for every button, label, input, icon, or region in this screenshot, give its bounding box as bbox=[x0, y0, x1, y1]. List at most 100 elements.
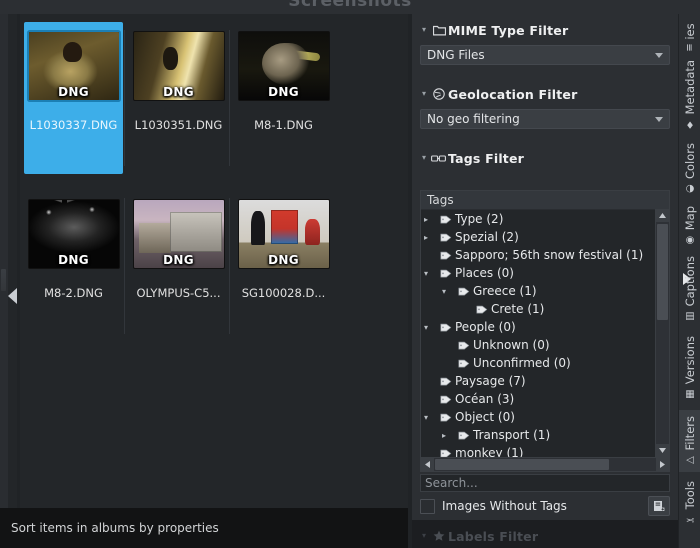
tags-filter-title: Tags Filter bbox=[448, 150, 525, 166]
tags-tree-row[interactable]: ▾ Object (0) bbox=[421, 408, 656, 426]
geolocation-combo-value: No geo filtering bbox=[427, 112, 520, 126]
vertical-tab-colors[interactable]: ◐ Colors bbox=[679, 138, 700, 200]
tags-tree-row[interactable]: ▸ Spezial (2) bbox=[421, 228, 656, 246]
thumbnail-item[interactable]: DNG L1030337.DNG bbox=[24, 22, 125, 174]
left-panel-expand-arrow-icon[interactable] bbox=[8, 288, 17, 304]
mime-type-filter-section: ▾ MIME Type Filter DNG Files bbox=[412, 20, 678, 65]
tags-search-input[interactable]: Search... bbox=[420, 474, 670, 492]
vertical-tab-metadata[interactable]: ♦ Metadata bbox=[679, 56, 700, 134]
thumbnail-icon-view[interactable]: DNG L1030337.DNG DNG L1030351.DNG DNG M8-1.DN… bbox=[20, 14, 408, 508]
thumbnail-item[interactable]: DNG OLYMPUS-C5... bbox=[129, 190, 230, 342]
tag-icon bbox=[439, 377, 453, 386]
chevron-down-icon[interactable] bbox=[655, 116, 663, 122]
thumbnail-separator bbox=[124, 198, 125, 334]
vertical-tab-tools[interactable]: ✂ Tools bbox=[679, 476, 700, 530]
labels-filter-section: ▾ Labels Filter bbox=[412, 526, 678, 546]
vertical-tab-ies[interactable]: ≡ ies bbox=[679, 22, 700, 52]
tag-options-icon[interactable] bbox=[648, 496, 670, 516]
tag-icon bbox=[439, 323, 453, 332]
tags-tree-row[interactable]: Océan (3) bbox=[421, 390, 656, 408]
chevron-down-icon[interactable]: ▾ bbox=[421, 323, 431, 332]
chevron-down-icon[interactable]: ▾ bbox=[421, 269, 431, 278]
tags-tree-row[interactable]: Crete (1) bbox=[421, 300, 656, 318]
mime-type-filter-title: MIME Type Filter bbox=[448, 22, 569, 38]
scroll-left-icon[interactable] bbox=[421, 458, 434, 471]
tags-tree-row[interactable]: ▸ Transport (1) bbox=[421, 426, 656, 444]
labels-filter-header[interactable]: ▾ Labels Filter bbox=[412, 526, 678, 546]
mime-type-filter-header[interactable]: ▾ MIME Type Filter bbox=[412, 20, 678, 40]
tags-tree-row[interactable]: monkey (1) bbox=[421, 444, 656, 458]
chevron-down-icon[interactable]: ▾ bbox=[418, 26, 430, 34]
thumbnail-filename: M8-1.DNG bbox=[254, 118, 313, 132]
colors-icon: ◐ bbox=[684, 183, 696, 195]
vertical-tab-label: Tools bbox=[683, 481, 697, 510]
vertical-tab-label: Versions bbox=[683, 336, 697, 385]
chevron-right-icon[interactable]: ▸ bbox=[421, 233, 431, 242]
images-without-tags-checkbox[interactable] bbox=[420, 498, 435, 514]
tags-tree-row-label: Crete (1) bbox=[491, 302, 545, 316]
thumbnail-filename: L1030351.DNG bbox=[134, 118, 223, 132]
scroll-down-icon[interactable] bbox=[656, 444, 669, 457]
chevron-down-icon[interactable]: ▾ bbox=[418, 154, 430, 162]
thumbnail-format-badge: DNG bbox=[58, 85, 89, 99]
images-without-tags-row[interactable]: Images Without Tags bbox=[420, 496, 670, 516]
tags-tree-vscrollbar[interactable] bbox=[655, 209, 669, 457]
right-vertical-tabbar: ≡ ies ♦ Metadata ◐ Colors ◉ Map ▤ Captions ▦ Versio… bbox=[678, 14, 700, 548]
thumbnail-image[interactable]: DNG bbox=[133, 200, 224, 268]
tags-tree-hscrollbar[interactable] bbox=[421, 457, 669, 471]
thumbnail-item[interactable]: DNG M8-1.DNG bbox=[234, 22, 333, 174]
mime-type-combo[interactable]: DNG Files bbox=[420, 45, 670, 65]
tags-tree-row[interactable]: Unconfirmed (0) bbox=[421, 354, 656, 372]
map-icon: ◉ bbox=[684, 234, 696, 246]
star-icon bbox=[430, 530, 448, 542]
tags-tree-header[interactable]: Tags bbox=[421, 191, 669, 210]
thumbnail-image[interactable]: DNG bbox=[133, 32, 224, 100]
chevron-down-icon[interactable]: ▾ bbox=[421, 413, 431, 422]
thumbnail-image[interactable]: DNG bbox=[28, 200, 119, 268]
tags-tree-header-label: Tags bbox=[427, 193, 454, 207]
tags-tree[interactable]: Tags ▸ Type (2) ▸ Spezial (2) Sapporo; 56th … bbox=[420, 190, 670, 472]
chevron-right-icon[interactable]: ▸ bbox=[439, 431, 449, 440]
vertical-tab-captions[interactable]: ▤ Captions bbox=[679, 252, 700, 326]
tags-tree-vscroll-thumb[interactable] bbox=[657, 224, 668, 320]
left-sidebar-rail[interactable] bbox=[0, 14, 8, 508]
labels-filter-title: Labels Filter bbox=[448, 528, 539, 544]
geolocation-combo[interactable]: No geo filtering bbox=[420, 109, 670, 129]
tags-tree-row[interactable]: Paysage (7) bbox=[421, 372, 656, 390]
thumbnail-image[interactable]: DNG bbox=[238, 32, 329, 100]
geolocation-filter-header[interactable]: ▾ Geolocation Filter bbox=[412, 84, 678, 104]
tags-tree-row[interactable]: ▾ People (0) bbox=[421, 318, 656, 336]
thumbnail-item[interactable]: DNG SG100028.D... bbox=[234, 190, 333, 342]
tags-search-placeholder: Search... bbox=[425, 476, 478, 490]
filters-side-panel: ▾ MIME Type Filter DNG Files ▾ Geolocati… bbox=[412, 14, 678, 548]
scroll-up-icon[interactable] bbox=[656, 209, 669, 222]
tags-tree-row[interactable]: ▸ Type (2) bbox=[421, 210, 656, 228]
chevron-down-icon[interactable]: ▾ bbox=[439, 287, 449, 296]
thumbnail-image[interactable]: DNG bbox=[28, 32, 119, 100]
vertical-tab-map[interactable]: ◉ Map bbox=[679, 204, 700, 248]
folder-icon bbox=[430, 25, 448, 36]
scroll-right-icon[interactable] bbox=[656, 458, 669, 471]
left-rail-grip[interactable] bbox=[1, 269, 6, 291]
tag-icon bbox=[457, 359, 471, 368]
globe-icon bbox=[430, 88, 448, 100]
chevron-down-icon[interactable]: ▾ bbox=[418, 90, 430, 98]
tags-tree-row[interactable]: Unknown (0) bbox=[421, 336, 656, 354]
tags-tree-row[interactable]: Sapporo; 56th snow festival (1) bbox=[421, 246, 656, 264]
thumbnail-item[interactable]: DNG L1030351.DNG bbox=[129, 22, 230, 174]
tags-tree-row[interactable]: ▾ Places (0) bbox=[421, 264, 656, 282]
tags-tree-hscroll-thumb[interactable] bbox=[435, 459, 609, 470]
vertical-tab-versions[interactable]: ▦ Versions bbox=[679, 330, 700, 406]
chevron-right-icon[interactable]: ▸ bbox=[421, 215, 431, 224]
tags-tree-row[interactable]: ▾ Greece (1) bbox=[421, 282, 656, 300]
vertical-tab-filters[interactable]: ▷ Filters bbox=[679, 410, 700, 472]
chevron-down-icon[interactable]: ▾ bbox=[418, 532, 430, 540]
window-title: Screenshots bbox=[288, 0, 412, 11]
thumbnail-image[interactable]: DNG bbox=[238, 200, 329, 268]
chevron-down-icon[interactable] bbox=[655, 52, 663, 58]
tag-icon bbox=[439, 269, 453, 278]
tags-filter-header[interactable]: ▾ Tags Filter bbox=[412, 148, 678, 168]
tags-tree-body[interactable]: ▸ Type (2) ▸ Spezial (2) Sapporo; 56th snow … bbox=[421, 210, 656, 458]
thumbnail-item[interactable]: DNG M8-2.DNG bbox=[24, 190, 125, 342]
metadata-icon: ♦ bbox=[684, 118, 696, 130]
